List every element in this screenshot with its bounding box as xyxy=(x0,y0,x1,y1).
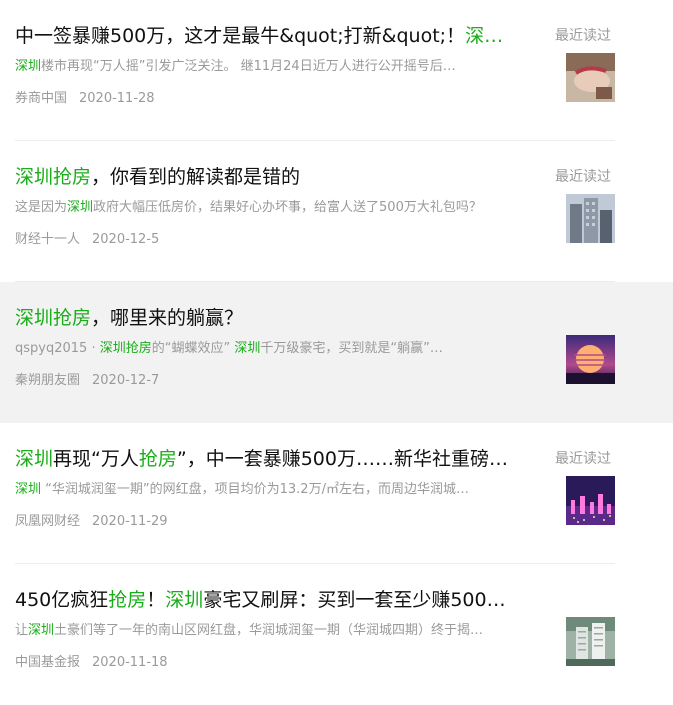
article-title[interactable]: 中一签暴赚500万，这才是最牛&quot;打新&quot;！深… xyxy=(15,22,535,50)
keyword-highlight: 深圳抢房 xyxy=(99,341,152,356)
article-meta: 中国基金报 2020-11-18 xyxy=(15,653,168,673)
keyword-highlight: 深圳 xyxy=(234,341,261,356)
hand-photo-icon[interactable] xyxy=(566,53,615,102)
article-source[interactable]: 秦朔朋友圈 xyxy=(15,373,80,388)
article-summary: 这是因为深圳政府大幅压低房价，结果好心办坏事，给富人送了500万大礼包吗？ xyxy=(15,198,550,218)
tower-photo-icon[interactable] xyxy=(566,617,615,666)
article-item[interactable]: 450亿疯狂抢房！深圳豪宅又刷屏：买到一套至少赚500… 让深圳土豪们等了一年的… xyxy=(0,564,673,705)
keyword-highlight: 抢房 xyxy=(108,589,147,611)
text-segment: 450亿疯狂 xyxy=(15,589,109,611)
article-item[interactable]: 中一签暴赚500万，这才是最牛&quot;打新&quot;！深… 最近读过 深圳… xyxy=(0,0,673,141)
keyword-highlight: 深圳抢房 xyxy=(15,307,92,329)
keyword-highlight: 深圳 xyxy=(28,623,55,638)
text-segment: 的“蝴蝶效应” xyxy=(151,341,235,356)
article-date: 2020-11-28 xyxy=(79,91,155,106)
article-title[interactable]: 深圳抢房，你看到的解读都是错的 xyxy=(15,163,535,191)
article-meta: 凤凰网财经 2020-11-29 xyxy=(15,512,168,532)
keyword-highlight: 深圳抢房 xyxy=(15,166,92,188)
article-date: 2020-11-29 xyxy=(92,514,168,529)
keyword-highlight: 深圳 xyxy=(15,448,54,470)
text-segment: ！ xyxy=(146,589,166,611)
keyword-highlight: 深圳 xyxy=(67,200,94,215)
article-meta: 财经十一人 2020-12-5 xyxy=(15,230,159,250)
article-item[interactable]: 深圳抢房，你看到的解读都是错的 最近读过 这是因为深圳政府大幅压低房价，结果好心… xyxy=(0,141,673,282)
article-meta: 秦朔朋友圈 2020-12-7 xyxy=(15,371,159,391)
text-segment: 豪宅又刷屏：买到一套至少赚500… xyxy=(203,589,506,611)
article-title[interactable]: 450亿疯狂抢房！深圳豪宅又刷屏：买到一套至少赚500… xyxy=(15,586,535,614)
text-segment: 让 xyxy=(15,623,29,638)
sunset-photo-icon[interactable] xyxy=(566,335,615,384)
text-segment: ”，中一套暴赚500万……新华社重磅… xyxy=(176,448,508,470)
article-source[interactable]: 中国基金报 xyxy=(15,655,80,670)
article-date: 2020-11-18 xyxy=(92,655,168,670)
text-segment: ，你看到的解读都是错的 xyxy=(91,166,301,188)
article-summary: 让深圳土豪们等了一年的南山区网红盘，华润城润玺一期（华润城四期）终于揭… xyxy=(15,621,550,641)
text-segment: ，哪里来的躺赢？ xyxy=(91,307,244,329)
article-source[interactable]: 券商中国 xyxy=(15,91,67,106)
article-summary: 深圳楼市再现“万人摇”引发广泛关注。 继11月24日近万人进行公开摇号后… xyxy=(15,57,550,77)
article-item[interactable]: 深圳再现“万人抢房”，中一套暴赚500万……新华社重磅… 最近读过 深圳 “华润… xyxy=(0,423,673,564)
text-segment: 中一签暴赚500万，这才是最牛&quot;打新&quot;！ xyxy=(15,25,466,47)
recently-read-label: 最近读过 xyxy=(555,169,611,185)
text-segment: “华润城润玺一期”的网红盘，项目均价为13.2万/㎡左右，而周边华润城… xyxy=(41,482,469,497)
article-meta: 券商中国 2020-11-28 xyxy=(15,89,155,109)
keyword-highlight: 深圳 xyxy=(15,59,42,74)
article-source[interactable]: 凤凰网财经 xyxy=(15,514,80,529)
keyword-highlight: 深圳 xyxy=(165,589,204,611)
article-date: 2020-12-7 xyxy=(92,373,160,388)
recently-read-label: 最近读过 xyxy=(555,451,611,467)
article-title[interactable]: 深圳抢房，哪里来的躺赢？ xyxy=(15,304,535,332)
text-segment: 楼市再现“万人摇”引发广泛关注。 继11月24日近万人进行公开摇号后… xyxy=(41,59,456,74)
text-segment: 千万级豪宅，买到就是“躺赢”… xyxy=(260,341,443,356)
text-segment: 再现“万人 xyxy=(53,448,139,470)
text-segment: 政府大幅压低房价，结果好心办坏事，给富人送了500万大礼包吗？ xyxy=(93,200,482,215)
keyword-highlight: 深圳 xyxy=(15,482,42,497)
keyword-highlight: 深… xyxy=(465,25,504,47)
article-summary: qspyq2015 · 深圳抢房的“蝴蝶效应” 深圳千万级豪宅，买到就是“躺赢”… xyxy=(15,339,550,359)
recently-read-label: 最近读过 xyxy=(555,28,611,44)
text-segment: 土豪们等了一年的南山区网红盘，华润城润玺一期（华润城四期）终于揭… xyxy=(54,623,484,638)
text-segment: qspyq2015 · xyxy=(15,341,100,356)
search-result-list: 中一签暴赚500万，这才是最牛&quot;打新&quot;！深… 最近读过 深圳… xyxy=(0,0,673,705)
article-title[interactable]: 深圳再现“万人抢房”，中一套暴赚500万……新华社重磅… xyxy=(15,445,535,473)
city-night-photo-icon[interactable] xyxy=(566,476,615,525)
text-segment: 这是因为 xyxy=(15,200,68,215)
article-summary: 深圳 “华润城润玺一期”的网红盘，项目均价为13.2万/㎡左右，而周边华润城… xyxy=(15,480,550,500)
building-photo-icon[interactable] xyxy=(566,194,615,243)
article-date: 2020-12-5 xyxy=(92,232,160,247)
article-source[interactable]: 财经十一人 xyxy=(15,232,80,247)
keyword-highlight: 抢房 xyxy=(138,448,177,470)
article-item[interactable]: 深圳抢房，哪里来的躺赢？ qspyq2015 · 深圳抢房的“蝴蝶效应” 深圳千… xyxy=(0,282,673,423)
